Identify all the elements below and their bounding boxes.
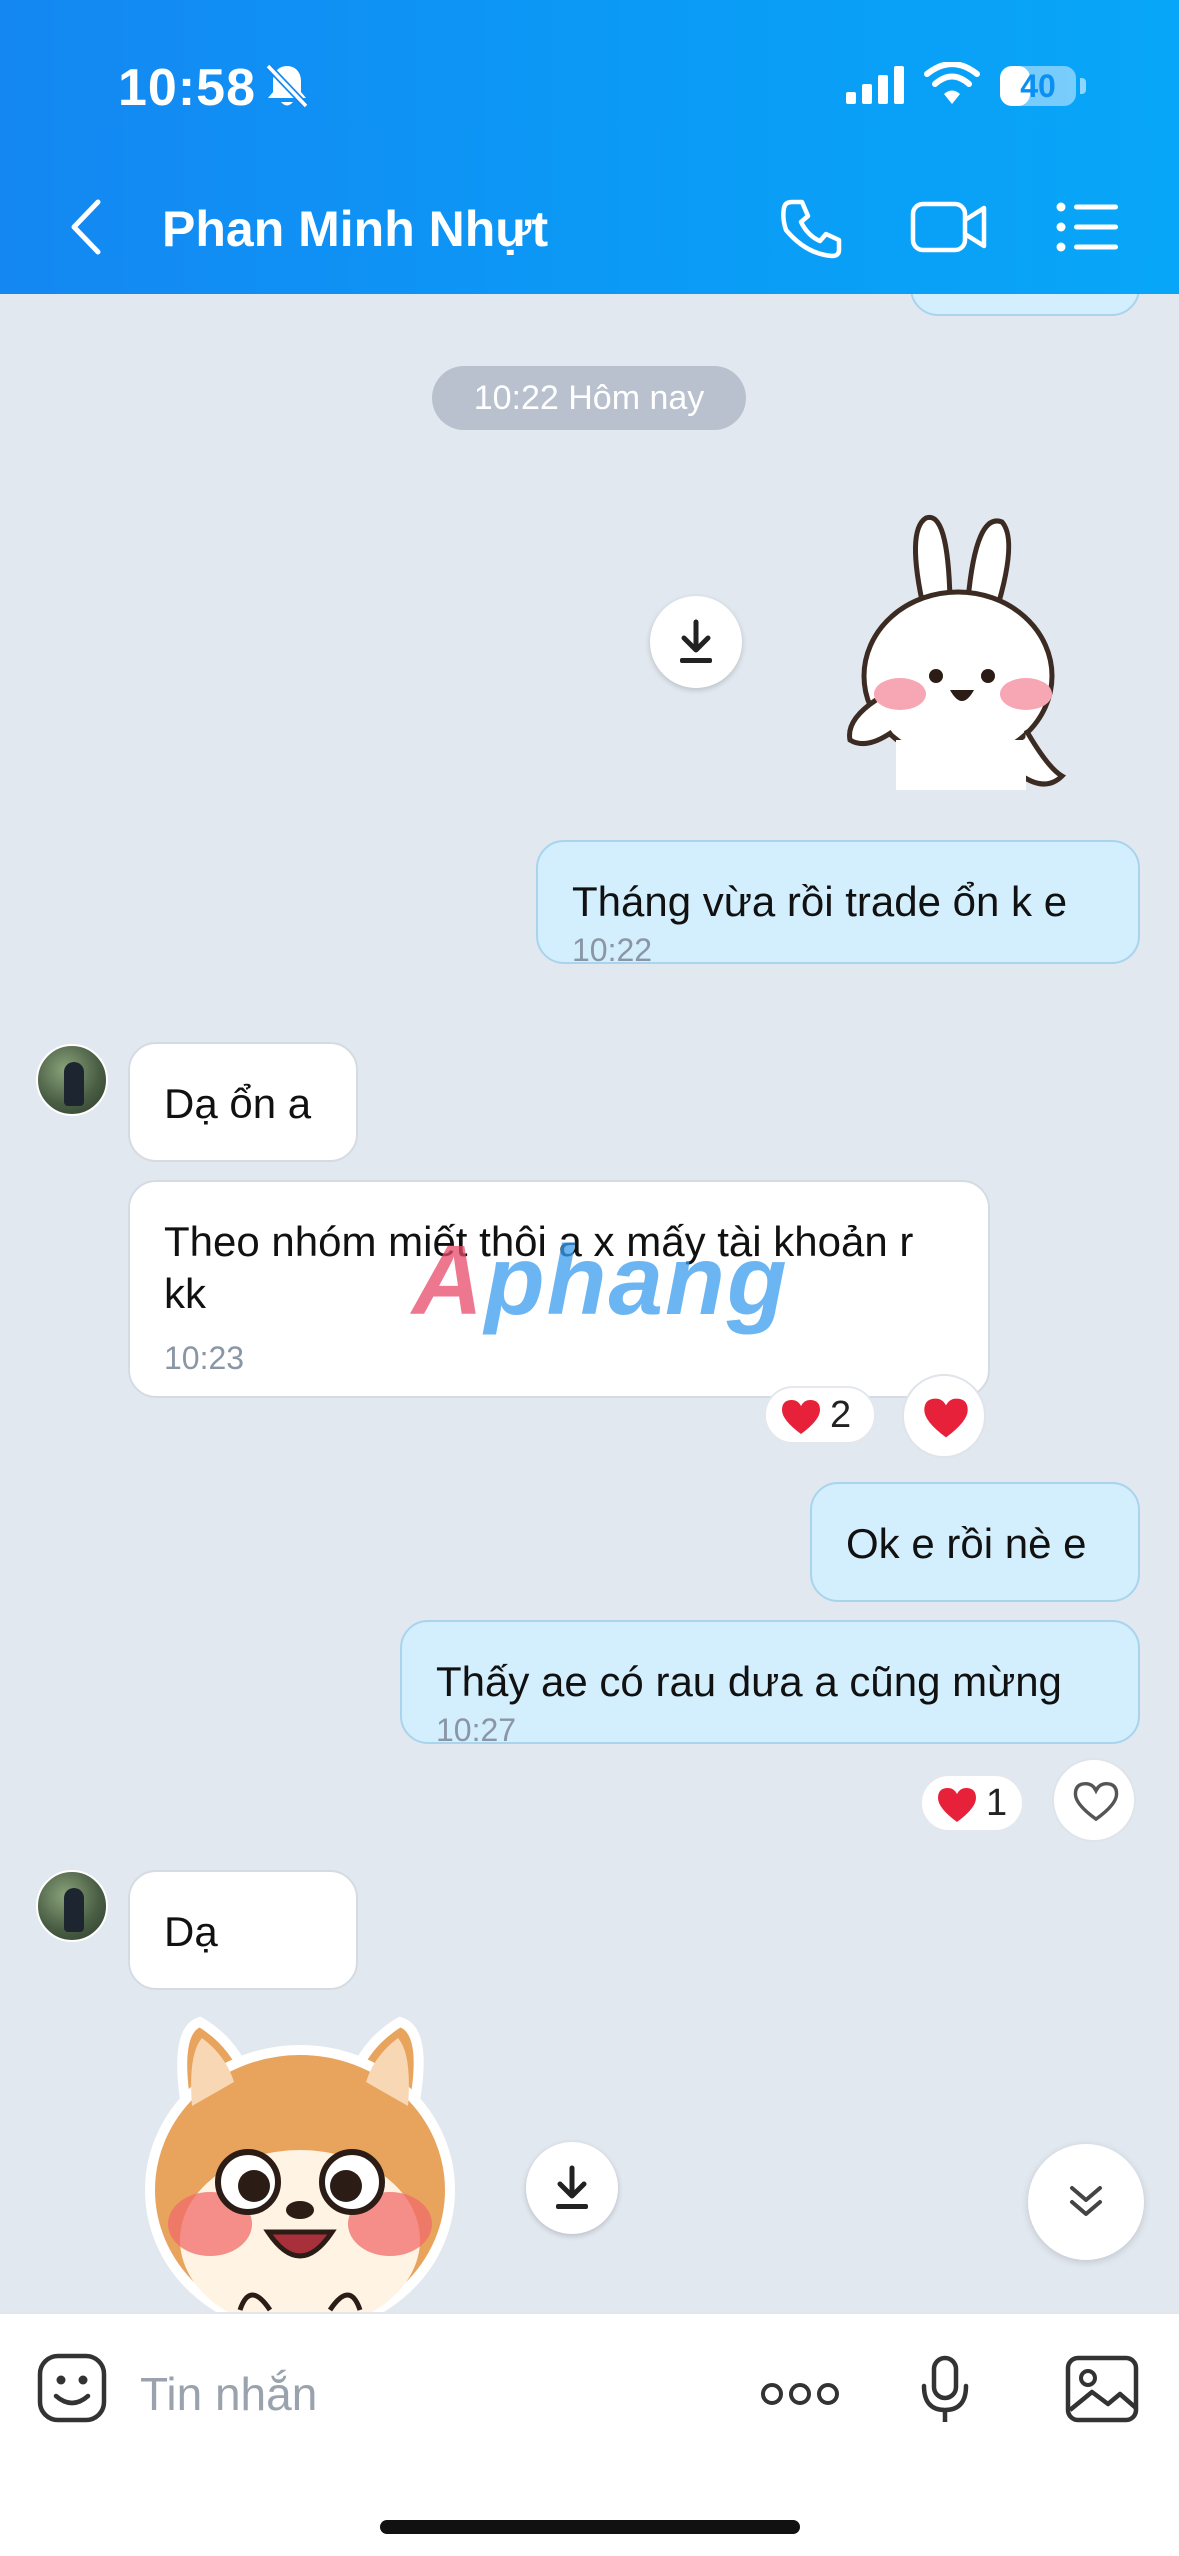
message-time: 10:22 [572,932,653,968]
message-bubble-sent[interactable]: Ok e rồi nè e [810,1482,1140,1602]
reaction-count: 2 [830,1394,852,1436]
heart-icon [924,1398,968,1438]
phone-icon[interactable] [778,196,844,262]
battery-nub [1080,78,1086,94]
message-text: Ok e rồi nè e [846,1520,1087,1567]
download-button[interactable] [526,2142,618,2234]
avatar[interactable] [36,1870,108,1942]
video-camera-icon[interactable] [910,198,988,256]
bell-off-icon [265,63,309,109]
double-chevron-down-icon [1070,2186,1102,2216]
message-bubble-sent[interactable]: Thấy ae có rau dưa a cũng mừng 10:27 [400,1620,1140,1748]
chat-header: 10:58 40 Phan Minh Nhựt [0,0,1179,294]
battery-indicator: 40 [1000,66,1076,106]
download-icon [680,619,712,663]
message-text: Dạ [164,1908,218,1955]
heart-outline-icon [1073,1781,1119,1822]
microphone-icon[interactable] [920,2354,970,2426]
react-button[interactable] [1052,1758,1136,1842]
image-icon[interactable] [1064,2354,1140,2424]
message-input[interactable] [140,2358,700,2430]
list-menu-icon[interactable] [1056,202,1120,252]
watermark: Aphang [412,1225,789,1335]
message-time: 10:23 [164,1340,245,1376]
wifi-icon [924,62,980,104]
reaction-summary[interactable]: 1 [920,1774,1024,1832]
message-time: 10:27 [436,1712,517,1748]
status-time: 10:58 [118,59,256,117]
react-button[interactable] [902,1374,986,1458]
shiba-sticker[interactable] [130,2010,470,2312]
bunny-sticker[interactable] [836,500,1076,800]
message-text: Dạ ổn a [164,1080,312,1127]
message-bubble-sent[interactable]: Tháng vừa rồi trade ổn k e 10:22 [536,840,1140,968]
message-text: Tháng vừa rồi trade ổn k e [572,878,1068,925]
download-icon [556,2165,588,2209]
message-text: Thấy ae có rau dưa a cũng mừng [436,1658,1062,1705]
home-indicator [380,2520,800,2534]
reaction-summary[interactable]: 2 [764,1386,876,1444]
cell-signal-icon [846,66,904,104]
message-bubble-received[interactable]: Dạ [128,1870,358,1990]
message-bubble-received[interactable]: Dạ ổn a [128,1042,358,1162]
more-dots-icon[interactable] [760,2380,840,2408]
reaction-count: 1 [986,1782,1008,1824]
scroll-to-bottom-button[interactable] [1028,2144,1144,2260]
message-bubble-partial[interactable] [910,294,1140,316]
battery-level: 40 [1020,68,1056,104]
heart-icon [938,1788,976,1822]
heart-icon [782,1400,820,1434]
contact-name[interactable]: Phan Minh Nhựt [162,200,548,258]
chat-thread[interactable]: 10:22 Hôm nay Tháng vừa rồi trade ổn k e… [0,294,1179,2312]
chevron-left-icon[interactable] [62,196,112,258]
avatar[interactable] [36,1044,108,1116]
date-separator: 10:22 Hôm nay [432,366,746,430]
download-button[interactable] [650,596,742,688]
message-composer [0,2312,1179,2556]
emoji-sticker-icon[interactable] [36,2352,108,2424]
